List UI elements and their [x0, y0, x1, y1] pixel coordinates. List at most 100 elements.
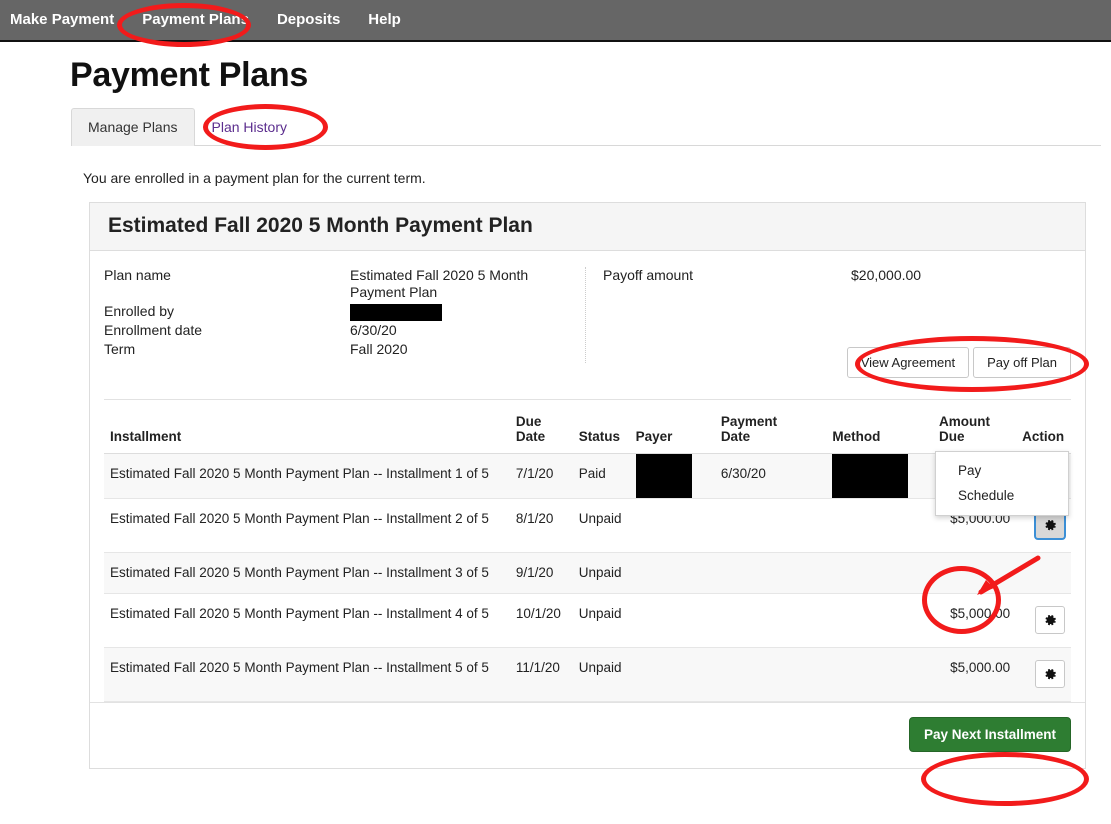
cell-status: Unpaid	[572, 498, 630, 553]
cell-payment-date	[714, 498, 827, 553]
detail-plan-name-value: Estimated Fall 2020 5 Month Payment Plan	[350, 267, 529, 300]
redaction-box	[832, 454, 909, 498]
nav-help[interactable]: Help	[354, 0, 415, 41]
cell-due-date: 7/1/20	[509, 453, 573, 499]
cell-action	[1016, 593, 1071, 648]
gear-icon	[1045, 614, 1056, 625]
th-installment: Installment	[104, 400, 510, 454]
cell-amount-due: $5,000.00	[932, 647, 1017, 702]
nav-deposits[interactable]: Deposits	[263, 0, 354, 41]
detail-payoff-amount-value: $20,000.00	[851, 267, 922, 283]
table-row: Estimated Fall 2020 5 Month Payment Plan…	[104, 498, 1071, 553]
cell-payer	[629, 453, 715, 499]
view-agreement-button[interactable]: View Agreement	[846, 347, 970, 378]
th-due-date: Due Date	[509, 400, 573, 454]
plan-details-left-column: Plan name Estimated Fall 2020 5 Month Pa…	[104, 267, 584, 360]
cell-method	[826, 647, 933, 702]
detail-term: Term Fall 2020	[104, 341, 584, 360]
tab-manage-plans[interactable]: Manage Plans	[71, 108, 195, 146]
detail-enrollment-date: Enrollment date 6/30/20	[104, 322, 584, 341]
pay-next-installment-button[interactable]: Pay Next Installment	[908, 717, 1071, 752]
detail-term-label: Term	[104, 341, 136, 357]
dropdown-item-pay[interactable]: Pay	[936, 458, 1068, 483]
tab-bar: Manage Plans Plan History	[71, 108, 1101, 146]
gear-icon	[1045, 668, 1056, 679]
th-due-date-line2: Date	[515, 429, 546, 444]
redaction-box	[635, 454, 692, 498]
cell-method	[826, 552, 933, 594]
cell-due-date: 8/1/20	[509, 498, 573, 553]
detail-plan-name: Plan name Estimated Fall 2020 5 Month Pa…	[104, 267, 584, 303]
th-amount-due-line1: Amount	[938, 414, 990, 429]
detail-plan-name-label: Plan name	[104, 267, 171, 283]
cell-payment-date: 6/30/20	[714, 453, 827, 499]
th-payment-date-line2: Date	[720, 429, 751, 444]
installments-table-head: Installment Due Date Status Payer Paymen…	[104, 400, 1071, 454]
row-action-dropdown-menu: Pay Schedule	[935, 451, 1069, 516]
th-action: Action	[1016, 400, 1071, 454]
table-row: Estimated Fall 2020 5 Month Payment Plan…	[104, 552, 1071, 594]
th-payment-date-line1: Payment	[720, 414, 778, 429]
cell-payer	[629, 593, 715, 648]
gear-icon	[1045, 519, 1056, 530]
redaction-box	[350, 303, 442, 321]
plan-action-buttons: View Agreement Pay off Plan	[846, 347, 1071, 378]
page-title: Payment Plans	[70, 56, 308, 94]
cell-status: Unpaid	[572, 593, 630, 648]
detail-term-value: Fall 2020	[350, 341, 408, 357]
dropdown-item-schedule[interactable]: Schedule	[936, 483, 1068, 508]
detail-payoff-amount: Payoff amount $20,000.00	[603, 267, 1075, 284]
nav-payment-plans[interactable]: Payment Plans	[128, 0, 263, 41]
cell-payer	[629, 552, 715, 594]
cell-payment-date	[714, 647, 827, 702]
th-payer: Payer	[629, 400, 715, 454]
cell-action	[1016, 647, 1071, 702]
row-action-gear-button[interactable]	[1035, 660, 1065, 688]
cell-method	[826, 453, 933, 499]
cell-status: Paid	[572, 453, 630, 499]
cell-due-date: 10/1/20	[509, 593, 573, 648]
table-header-row: Installment Due Date Status Payer Paymen…	[104, 400, 1071, 454]
table-row: Estimated Fall 2020 5 Month Payment Plan…	[104, 647, 1071, 702]
th-amount-due: Amount Due	[932, 400, 1017, 454]
top-navigation-bar: Make Payment Payment Plans Deposits Help	[0, 0, 1111, 42]
th-amount-due-line2: Due	[938, 429, 965, 444]
cell-installment: Estimated Fall 2020 5 Month Payment Plan…	[104, 647, 510, 702]
payment-plan-card: Estimated Fall 2020 5 Month Payment Plan…	[89, 202, 1086, 769]
cell-payer	[629, 498, 715, 553]
cell-amount-due	[932, 552, 1017, 594]
th-due-date-line1: Due	[515, 414, 542, 429]
detail-enrollment-date-label: Enrollment date	[104, 322, 203, 338]
cell-installment: Estimated Fall 2020 5 Month Payment Plan…	[104, 498, 510, 553]
pay-off-plan-button[interactable]: Pay off Plan	[973, 347, 1071, 378]
table-row: Estimated Fall 2020 5 Month Payment Plan…	[104, 453, 1071, 499]
plan-details: Plan name Estimated Fall 2020 5 Month Pa…	[90, 251, 1085, 399]
cell-status: Unpaid	[572, 647, 630, 702]
tab-plan-history[interactable]: Plan History	[195, 108, 304, 146]
detail-enrollment-date-value: 6/30/20	[350, 322, 397, 338]
cell-payment-date	[714, 552, 827, 594]
th-method: Method	[826, 400, 933, 454]
installments-table-body: Estimated Fall 2020 5 Month Payment Plan…	[104, 453, 1071, 702]
cell-payment-date	[714, 593, 827, 648]
cell-status: Unpaid	[572, 552, 630, 594]
card-footer: Pay Next Installment	[90, 702, 1085, 768]
cell-payer	[629, 647, 715, 702]
installments-table-wrapper: Installment Due Date Status Payer Paymen…	[104, 399, 1071, 702]
detail-enrolled-by: Enrolled by	[104, 303, 584, 322]
plan-card-title: Estimated Fall 2020 5 Month Payment Plan	[90, 203, 1085, 251]
cell-due-date: 11/1/20	[509, 647, 573, 702]
detail-enrolled-by-label: Enrolled by	[104, 303, 175, 319]
cell-action	[1016, 552, 1071, 594]
th-payment-date: Payment Date	[714, 400, 827, 454]
nav-make-payment[interactable]: Make Payment	[0, 0, 128, 41]
th-status: Status	[572, 400, 630, 454]
table-row: Estimated Fall 2020 5 Month Payment Plan…	[104, 593, 1071, 648]
installments-table: Installment Due Date Status Payer Paymen…	[104, 400, 1071, 702]
enrollment-message: You are enrolled in a payment plan for t…	[83, 170, 426, 186]
cell-method	[826, 593, 933, 648]
detail-enrolled-by-value	[350, 303, 580, 321]
row-action-gear-button[interactable]	[1035, 606, 1065, 634]
cell-due-date: 9/1/20	[509, 552, 573, 594]
cell-amount-due: $5,000.00	[932, 593, 1017, 648]
